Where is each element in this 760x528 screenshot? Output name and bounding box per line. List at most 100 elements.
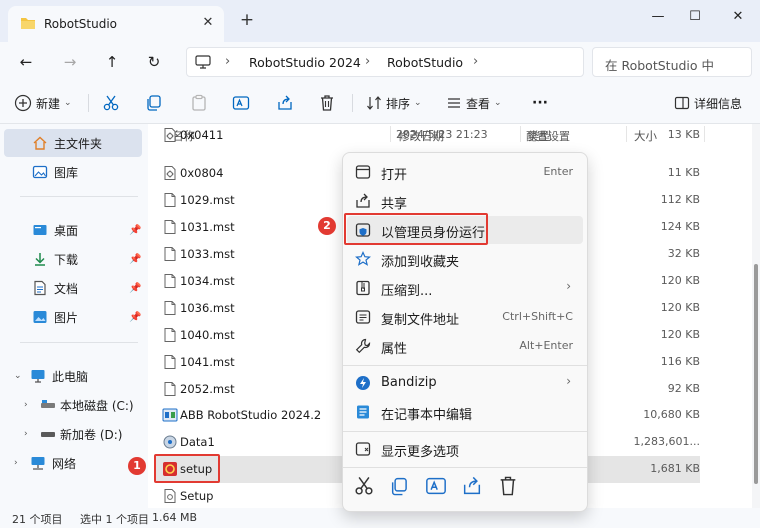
file-name: 1041.mst — [180, 355, 235, 369]
file-name: 1034.mst — [180, 274, 235, 288]
menu-item-share[interactable]: 共享 — [347, 187, 583, 215]
menu-item-shortcut: Alt+Enter — [519, 339, 573, 352]
menu-divider — [343, 365, 587, 366]
search-input[interactable]: 在 RobotStudio 中 — [592, 47, 752, 77]
copy-icon — [147, 95, 161, 111]
menu-item-compress[interactable]: 压缩到... › — [347, 274, 583, 302]
config-file-icon — [162, 127, 178, 143]
menu-item-show-more-options[interactable]: 显示更多选项 — [347, 435, 583, 463]
sidebar-item-label: 主文件夹 — [54, 136, 103, 151]
breadcrumb-item[interactable]: RobotStudio — [387, 55, 463, 70]
menu-share-button[interactable] — [461, 475, 483, 497]
menu-rename-button[interactable] — [425, 475, 447, 497]
scrollbar-thumb[interactable] — [754, 264, 758, 484]
menu-item-bandizip[interactable]: Bandizip › — [347, 369, 583, 397]
menu-item-properties[interactable]: 属性 Alt+Enter — [347, 332, 583, 360]
chevron-down-icon: ⌄ — [64, 98, 72, 108]
copy-button[interactable] — [145, 92, 163, 114]
file-name: 1040.mst — [180, 328, 235, 342]
close-window-button[interactable]: ✕ — [728, 8, 748, 26]
sidebar-item-drive-d[interactable]: › 新加卷 (D:) — [4, 420, 142, 448]
sidebar-item-documents[interactable]: 文档 📌 — [4, 274, 142, 302]
chevron-down-icon: ⌄ — [414, 98, 422, 108]
file-name: Data1 — [180, 435, 215, 449]
menu-divider — [343, 467, 587, 468]
paste-button[interactable] — [190, 92, 208, 114]
details-pane-button[interactable]: 详细信息 — [674, 92, 742, 114]
sidebar-item-gallery[interactable]: 图库 — [4, 158, 142, 186]
notepad-icon — [357, 405, 369, 419]
file-icon — [162, 300, 178, 316]
vertical-scrollbar[interactable] — [752, 124, 760, 508]
view-button[interactable]: 查看 ⌄ — [446, 92, 502, 114]
tab-close-icon[interactable]: ✕ — [200, 15, 216, 31]
computer-icon — [31, 370, 45, 383]
sidebar-item-network[interactable]: › 网络 — [4, 449, 142, 477]
sidebar-item-this-pc[interactable]: ⌄ 此电脑 — [4, 362, 142, 390]
rename-button[interactable] — [232, 92, 250, 114]
more-options-icon — [355, 442, 371, 456]
rename-icon — [426, 477, 446, 495]
drive-icon — [41, 400, 55, 408]
file-size: 120 KB — [660, 301, 700, 314]
sidebar-item-label: 本地磁盘 (C:) — [60, 398, 134, 413]
menu-item-edit-in-notepad[interactable]: 在记事本中编辑 — [347, 398, 583, 426]
sidebar-item-label: 图库 — [54, 165, 79, 180]
chevron-down-icon[interactable]: ⌄ — [14, 371, 22, 381]
new-button[interactable]: 新建 ⌄ — [14, 92, 72, 114]
file-type: 配置设置 — [526, 130, 570, 143]
menu-copy-button[interactable] — [389, 475, 411, 497]
back-button[interactable]: ← — [14, 50, 38, 74]
divider — [20, 196, 138, 197]
share-button[interactable] — [276, 92, 294, 114]
menu-delete-button[interactable] — [497, 475, 519, 497]
sidebar-item-label: 文档 — [54, 281, 79, 296]
pin-icon: 📌 — [129, 282, 142, 294]
sidebar-item-pictures[interactable]: 图片 📌 — [4, 303, 142, 331]
file-icon — [162, 219, 178, 235]
menu-item-label: 打开 — [381, 168, 408, 183]
annotation-highlight-setup — [154, 454, 220, 483]
up-button[interactable]: ↑ — [100, 50, 124, 74]
details-pane-icon — [674, 96, 690, 110]
sidebar-item-desktop[interactable]: 桌面 📌 — [4, 216, 142, 244]
maximize-button[interactable]: ☐ — [685, 8, 705, 26]
delete-button[interactable] — [318, 92, 336, 114]
home-icon — [33, 136, 47, 150]
scissors-icon — [355, 477, 373, 495]
divider — [88, 94, 89, 112]
divider — [352, 94, 353, 112]
menu-item-label: 复制文件地址 — [381, 313, 460, 328]
chevron-right-icon[interactable]: › — [24, 429, 28, 439]
tab-robotstudio[interactable]: RobotStudio ✕ — [8, 6, 224, 42]
tab-title: RobotStudio — [44, 17, 118, 31]
sidebar-item-drive-c[interactable]: › 本地磁盘 (C:) — [4, 391, 142, 419]
sort-button[interactable]: 排序 ⌄ — [366, 92, 422, 114]
minimize-button[interactable]: — — [648, 8, 668, 26]
chevron-down-icon: ⌄ — [494, 98, 502, 108]
menu-divider — [343, 431, 587, 432]
config-file-icon — [162, 165, 178, 181]
sidebar-item-label: 网络 — [52, 456, 77, 471]
pin-icon: 📌 — [129, 224, 142, 236]
refresh-button[interactable]: ↻ — [142, 50, 166, 74]
more-options-button[interactable]: ··· — [532, 92, 548, 114]
scissors-icon — [103, 95, 119, 111]
copy-path-icon — [355, 310, 371, 324]
sidebar-item-label: 图片 — [54, 310, 79, 325]
menu-item-copy-path[interactable]: 复制文件地址 Ctrl+Shift+C — [347, 303, 583, 331]
sidebar-item-downloads[interactable]: 下载 📌 — [4, 245, 142, 273]
breadcrumb-item[interactable]: RobotStudio 2024 — [249, 55, 361, 70]
chevron-right-icon[interactable]: › — [24, 400, 28, 410]
sidebar-item-home[interactable]: 主文件夹 — [4, 129, 142, 157]
cut-button[interactable] — [102, 92, 120, 114]
menu-item-open[interactable]: 打开 Enter — [347, 158, 583, 186]
cab-archive-icon — [162, 434, 178, 450]
new-tab-button[interactable]: + — [238, 11, 256, 29]
forward-button[interactable]: → — [58, 50, 82, 74]
address-bar[interactable]: › RobotStudio 2024 › RobotStudio › — [186, 47, 584, 77]
annotation-step-badge: 1 — [128, 457, 146, 475]
menu-cut-button[interactable] — [353, 475, 375, 497]
menu-item-add-to-favorites[interactable]: 添加到收藏夹 — [347, 245, 583, 273]
chevron-right-icon[interactable]: › — [14, 458, 18, 468]
